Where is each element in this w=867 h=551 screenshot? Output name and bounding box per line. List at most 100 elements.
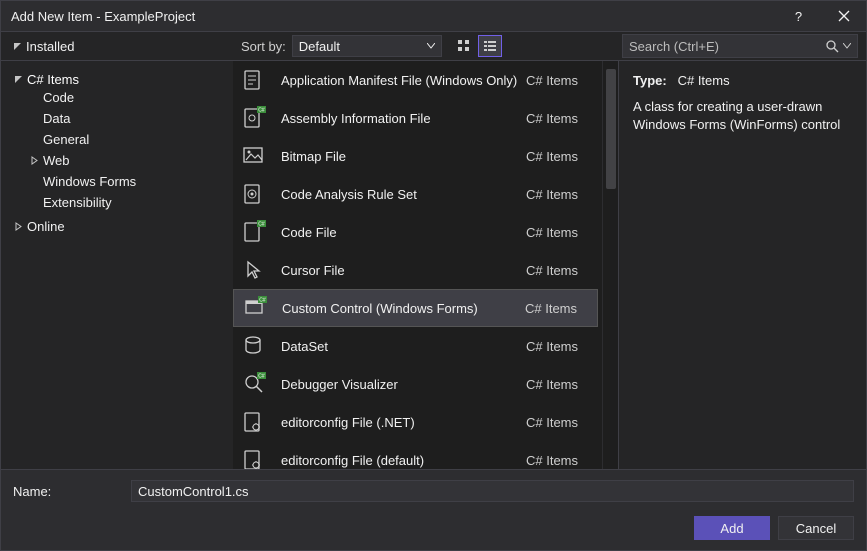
template-category: C# Items	[526, 377, 588, 392]
tree-label: Windows Forms	[43, 174, 136, 189]
expand-icon	[29, 156, 39, 165]
installed-header[interactable]: Installed	[9, 39, 74, 54]
grid-icon	[457, 39, 471, 53]
editorconfig-icon	[241, 409, 267, 435]
cursor-icon	[241, 257, 267, 283]
customcontrol-icon: C#	[242, 295, 268, 321]
titlebar: Add New Item - ExampleProject ?	[1, 1, 866, 31]
template-label: editorconfig File (default)	[281, 453, 526, 468]
tree-label: Web	[43, 153, 70, 168]
tree-label: C# Items	[27, 72, 79, 87]
template-label: DataSet	[281, 339, 526, 354]
close-button[interactable]	[821, 1, 866, 31]
template-category: C# Items	[525, 301, 587, 316]
help-button[interactable]: ?	[776, 1, 821, 31]
svg-text:C#: C#	[258, 222, 265, 228]
tree-item-data[interactable]: Data	[29, 111, 233, 126]
template-category: C# Items	[526, 453, 588, 468]
manifest-icon	[241, 67, 267, 93]
window-title: Add New Item - ExampleProject	[11, 9, 776, 24]
tree-label: Code	[43, 90, 74, 105]
sortby-value: Default	[299, 39, 340, 54]
template-item[interactable]: C# Custom Control (Windows Forms) C# Ite…	[233, 289, 598, 327]
close-icon	[838, 10, 850, 22]
sortby-dropdown[interactable]: Default	[292, 35, 442, 57]
chevron-down-icon	[427, 43, 435, 49]
tree-item-csharp-items[interactable]: C# Items	[13, 72, 233, 87]
template-item[interactable]: editorconfig File (.NET) C# Items	[233, 403, 598, 441]
view-grid-button[interactable]	[452, 35, 476, 57]
scrollbar[interactable]	[602, 61, 618, 469]
cancel-button[interactable]: Cancel	[778, 516, 854, 540]
template-item[interactable]: C# Assembly Information File C# Items	[233, 99, 598, 137]
installed-label: Installed	[26, 39, 74, 54]
detail-type-label: Type:	[633, 73, 667, 88]
template-item[interactable]: Cursor File C# Items	[233, 251, 598, 289]
svg-text:C#: C#	[259, 298, 266, 304]
template-item[interactable]: Code Analysis Rule Set C# Items	[233, 175, 598, 213]
dataset-icon	[241, 333, 267, 359]
template-label: Application Manifest File (Windows Only)	[281, 73, 526, 88]
template-category: C# Items	[526, 111, 588, 126]
template-label: Custom Control (Windows Forms)	[282, 301, 525, 316]
search-box[interactable]	[622, 34, 858, 58]
template-item[interactable]: editorconfig File (default) C# Items	[233, 441, 598, 469]
template-category: C# Items	[526, 225, 588, 240]
svg-text:C#: C#	[258, 108, 265, 114]
template-item[interactable]: Bitmap File C# Items	[233, 137, 598, 175]
ruleset-icon	[241, 181, 267, 207]
name-input[interactable]	[131, 480, 854, 502]
template-label: Cursor File	[281, 263, 526, 278]
tree-item-online[interactable]: Online	[13, 219, 233, 234]
template-item[interactable]: C# Code File C# Items	[233, 213, 598, 251]
visualizer-icon: C#	[241, 371, 267, 397]
tree-label: Extensibility	[43, 195, 112, 210]
view-list-button[interactable]	[478, 35, 502, 57]
template-label: Code Analysis Rule Set	[281, 187, 526, 202]
detail-type-value: C# Items	[678, 73, 730, 88]
template-label: Bitmap File	[281, 149, 526, 164]
collapse-icon	[13, 42, 22, 51]
template-category: C# Items	[526, 263, 588, 278]
toolbar: Installed Sort by: Default	[1, 31, 866, 61]
codefile-icon: C#	[241, 219, 267, 245]
tree-label: General	[43, 132, 89, 147]
search-input[interactable]	[629, 39, 825, 54]
tree-item-windows-forms[interactable]: Windows Forms	[29, 174, 233, 189]
tree-item-code[interactable]: Code	[29, 90, 233, 105]
editorconfig-icon	[241, 447, 267, 469]
tree-item-general[interactable]: General	[29, 132, 233, 147]
template-label: Debugger Visualizer	[281, 377, 526, 392]
expand-icon	[13, 222, 23, 231]
expand-icon	[13, 75, 23, 84]
bitmap-icon	[241, 143, 267, 169]
name-label: Name:	[13, 484, 121, 499]
chevron-down-icon	[843, 43, 851, 49]
template-category: C# Items	[526, 415, 588, 430]
template-category: C# Items	[526, 339, 588, 354]
tree-item-web[interactable]: Web	[29, 153, 233, 168]
tree-item-extensibility[interactable]: Extensibility	[29, 195, 233, 210]
svg-text:C#: C#	[258, 374, 265, 380]
template-label: Assembly Information File	[281, 111, 526, 126]
tree-label: Online	[27, 219, 65, 234]
assembly-icon: C#	[241, 105, 267, 131]
scrollbar-thumb[interactable]	[606, 69, 616, 189]
template-item[interactable]: C# Debugger Visualizer C# Items	[233, 365, 598, 403]
category-tree: C# Items Code Data General Web Windows Forms…	[1, 61, 233, 469]
detail-description: A class for creating a user-drawn Window…	[633, 98, 852, 133]
list-icon	[483, 39, 497, 53]
template-category: C# Items	[526, 73, 588, 88]
sortby-label: Sort by:	[241, 39, 286, 54]
template-category: C# Items	[526, 187, 588, 202]
search-icon	[825, 39, 839, 53]
template-label: Code File	[281, 225, 526, 240]
add-button[interactable]: Add	[694, 516, 770, 540]
template-category: C# Items	[526, 149, 588, 164]
detail-panel: Type: C# Items A class for creating a us…	[618, 61, 866, 469]
tree-label: Data	[43, 111, 70, 126]
template-item[interactable]: DataSet C# Items	[233, 327, 598, 365]
template-label: editorconfig File (.NET)	[281, 415, 526, 430]
template-item[interactable]: Application Manifest File (Windows Only)…	[233, 61, 598, 99]
template-list[interactable]: Application Manifest File (Windows Only)…	[233, 61, 602, 469]
